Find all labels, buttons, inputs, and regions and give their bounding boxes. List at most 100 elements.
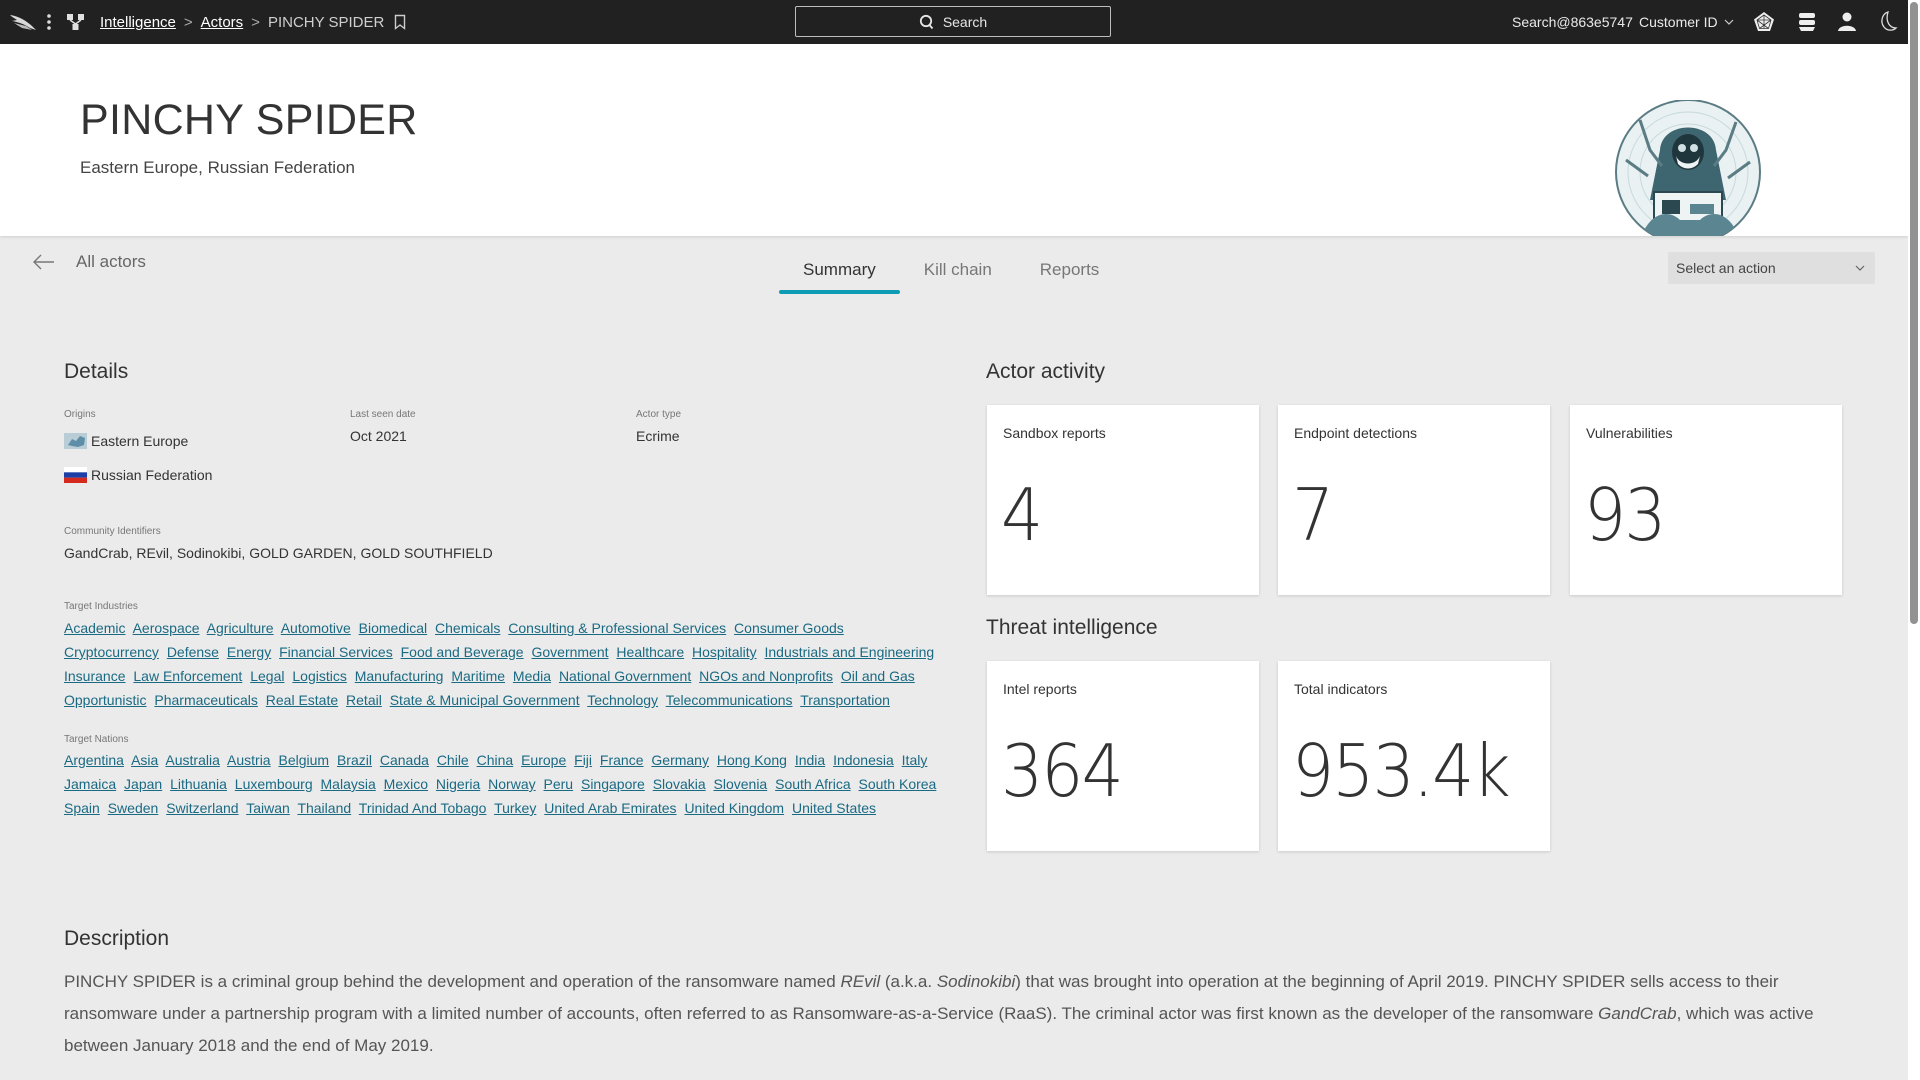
nation-link[interactable]: Japan [124,776,162,792]
nation-link[interactable]: United Kingdom [684,800,784,816]
nation-link[interactable]: Jamaica [64,776,116,792]
industry-link[interactable]: State & Municipal Government [390,692,580,708]
industry-link[interactable]: Technology [587,692,658,708]
customer-id-dropdown[interactable]: Customer ID [1639,0,1734,44]
industry-link[interactable]: Pharmaceuticals [154,692,258,708]
nation-link[interactable]: Europe [521,752,566,768]
industry-link[interactable]: Logistics [292,668,346,684]
nation-link[interactable]: Chile [437,752,469,768]
industry-link[interactable]: Opportunistic [64,692,146,708]
endpoint-detections-card[interactable]: Endpoint detections 7 [1278,405,1550,595]
tab-kill-chain[interactable]: Kill chain [900,246,1016,292]
industry-link[interactable]: Legal [250,668,284,684]
nation-link[interactable]: Malaysia [321,776,376,792]
breadcrumb-intelligence[interactable]: Intelligence [100,14,176,31]
more-vertical-icon[interactable] [46,0,52,44]
industry-link[interactable]: Real Estate [266,692,338,708]
nation-link[interactable]: Taiwan [246,800,290,816]
industry-link[interactable]: NGOs and Nonprofits [699,668,833,684]
industry-link[interactable]: Maritime [451,668,505,684]
nation-link[interactable]: France [600,752,644,768]
nation-link[interactable]: Fiji [574,752,592,768]
vulnerabilities-card[interactable]: Vulnerabilities 93 [1570,405,1842,595]
bookmark-icon[interactable] [394,14,406,30]
nation-link[interactable]: Argentina [64,752,124,768]
industry-link[interactable]: Financial Services [279,644,393,660]
nation-link[interactable]: China [477,752,514,768]
nation-link[interactable]: Slovakia [653,776,706,792]
industry-link[interactable]: Government [531,644,608,660]
industry-link[interactable]: Transportation [800,692,890,708]
nation-link[interactable]: Italy [902,752,928,768]
industry-link[interactable]: Telecommunications [666,692,793,708]
select-action-dropdown[interactable]: Select an action [1668,252,1875,284]
nation-link[interactable]: United States [792,800,876,816]
notifications-icon[interactable] [1796,0,1818,44]
industry-link[interactable]: Agriculture [207,620,274,636]
nation-link[interactable]: Spain [64,800,100,816]
industry-link[interactable]: National Government [559,668,691,684]
nation-link[interactable]: Norway [488,776,535,792]
industry-link[interactable]: Hospitality [692,644,757,660]
nation-link[interactable]: Nigeria [436,776,480,792]
sandbox-reports-card[interactable]: Sandbox reports 4 [987,405,1259,595]
industry-link[interactable]: Manufacturing [355,668,444,684]
nation-link[interactable]: Brazil [337,752,372,768]
nation-link[interactable]: Trinidad And Tobago [359,800,487,816]
nation-link[interactable]: Canada [380,752,429,768]
industry-link[interactable]: Insurance [64,668,125,684]
industry-link[interactable]: Industrials and Engineering [765,644,935,660]
nation-link[interactable]: Germany [651,752,709,768]
user-icon[interactable] [1837,0,1857,44]
intel-reports-card[interactable]: Intel reports 364 [987,661,1259,851]
industry-link[interactable]: Consumer Goods [734,620,844,636]
nation-link[interactable]: Lithuania [170,776,227,792]
nation-link[interactable]: Slovenia [714,776,768,792]
breadcrumb-actors[interactable]: Actors [201,14,244,31]
nation-link[interactable]: Thailand [297,800,351,816]
page-scrollbar[interactable] [1908,0,1920,1080]
nation-link[interactable]: South Korea [859,776,937,792]
nation-link[interactable]: Belgium [278,752,329,768]
industry-link[interactable]: Aerospace [133,620,200,636]
global-search-button[interactable]: Search [795,6,1111,37]
industry-link[interactable]: Energy [227,644,271,660]
industry-link[interactable]: Oil and Gas [841,668,915,684]
industry-link[interactable]: Chemicals [435,620,500,636]
nation-link[interactable]: India [795,752,825,768]
nation-link[interactable]: Mexico [384,776,428,792]
apps-icon[interactable] [66,0,86,44]
industry-link[interactable]: Automotive [281,620,351,636]
nation-link[interactable]: Austria [227,752,271,768]
nation-link[interactable]: Peru [544,776,574,792]
total-indicators-card[interactable]: Total indicators 953.4k [1278,661,1550,851]
industry-link[interactable]: Healthcare [616,644,684,660]
nation-link[interactable]: Hong Kong [717,752,787,768]
back-to-all-actors-link[interactable]: All actors [32,252,146,272]
dark-mode-icon[interactable] [1876,0,1898,44]
tab-reports[interactable]: Reports [1016,246,1124,292]
nation-link[interactable]: Australia [165,752,219,768]
nation-link[interactable]: South Africa [775,776,851,792]
nation-link[interactable]: Sweden [108,800,159,816]
industry-link[interactable]: Consulting & Professional Services [508,620,726,636]
nation-link[interactable]: United Arab Emirates [544,800,676,816]
scrollbar-thumb[interactable] [1910,2,1918,624]
industry-link[interactable]: Retail [346,692,382,708]
nation-link[interactable]: Turkey [494,800,536,816]
industry-link[interactable]: Biomedical [359,620,427,636]
tab-summary[interactable]: Summary [779,246,900,294]
nation-link[interactable]: Asia [131,752,158,768]
industry-link[interactable]: Defense [167,644,219,660]
industry-link[interactable]: Academic [64,620,125,636]
nation-link[interactable]: Singapore [581,776,645,792]
falcon-logo-icon[interactable] [8,0,38,44]
nation-link[interactable]: Indonesia [833,752,894,768]
industry-link[interactable]: Food and Beverage [401,644,524,660]
industry-link[interactable]: Media [513,668,551,684]
pentagon-web-icon[interactable] [1752,0,1776,44]
industry-link[interactable]: Law Enforcement [133,668,242,684]
nation-link[interactable]: Switzerland [166,800,238,816]
nation-link[interactable]: Luxembourg [235,776,313,792]
industry-link[interactable]: Cryptocurrency [64,644,159,660]
